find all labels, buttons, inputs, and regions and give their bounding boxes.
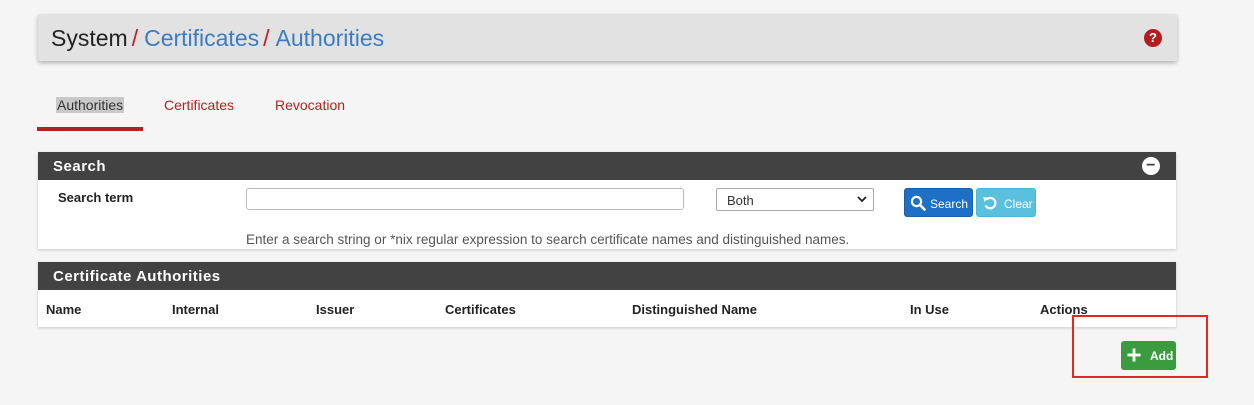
clear-button[interactable]: Clear	[976, 188, 1036, 217]
tab-revocation[interactable]: Revocation	[275, 97, 345, 113]
ca-panel-heading: Certificate Authorities	[38, 262, 1176, 290]
annotation-highlight-box	[1072, 315, 1208, 378]
undo-icon	[983, 196, 997, 210]
column-header-issuer[interactable]: Issuer	[316, 302, 354, 317]
search-panel-heading: Search −	[38, 152, 1176, 180]
breadcrumb-authorities-link[interactable]: Authorities	[276, 25, 385, 51]
tab-authorities[interactable]: Authorities	[56, 97, 125, 113]
chevron-down-icon	[857, 196, 867, 203]
column-header-distinguished-name[interactable]: Distinguished Name	[632, 302, 757, 317]
breadcrumb: System / Certificates / Authorities	[51, 25, 384, 52]
search-help-text: Enter a search string or *nix regular ex…	[246, 232, 850, 247]
help-icon[interactable]: ?	[1144, 29, 1162, 47]
active-tab-indicator	[37, 127, 143, 131]
search-scope-select[interactable]: Both	[716, 188, 874, 211]
breadcrumb-bar: System / Certificates / Authorities ?	[38, 14, 1177, 61]
column-header-name[interactable]: Name	[46, 302, 81, 317]
search-button-label: Search	[930, 197, 969, 211]
search-panel: Search − Search term Both Search Clear E…	[38, 152, 1176, 249]
clear-button-label: Clear	[1004, 197, 1033, 211]
ca-panel-title: Certificate Authorities	[53, 268, 221, 285]
search-panel-title: Search	[53, 158, 107, 175]
column-header-certificates[interactable]: Certificates	[445, 302, 516, 317]
search-button[interactable]: Search	[904, 188, 973, 217]
search-scope-value: Both	[727, 193, 754, 208]
tab-certificates[interactable]: Certificates	[164, 97, 234, 113]
search-input[interactable]	[246, 188, 684, 210]
certificate-authorities-panel: Certificate Authorities Name Internal Is…	[38, 262, 1176, 327]
column-header-internal[interactable]: Internal	[172, 302, 219, 317]
search-icon	[910, 195, 926, 211]
breadcrumb-separator: /	[131, 25, 139, 51]
column-header-in-use[interactable]: In Use	[910, 302, 949, 317]
minus-circle-icon[interactable]: −	[1142, 157, 1160, 175]
breadcrumb-certificates-link[interactable]: Certificates	[144, 25, 259, 51]
breadcrumb-root: System	[51, 25, 128, 51]
search-term-label: Search term	[58, 190, 134, 205]
breadcrumb-separator: /	[263, 25, 270, 51]
